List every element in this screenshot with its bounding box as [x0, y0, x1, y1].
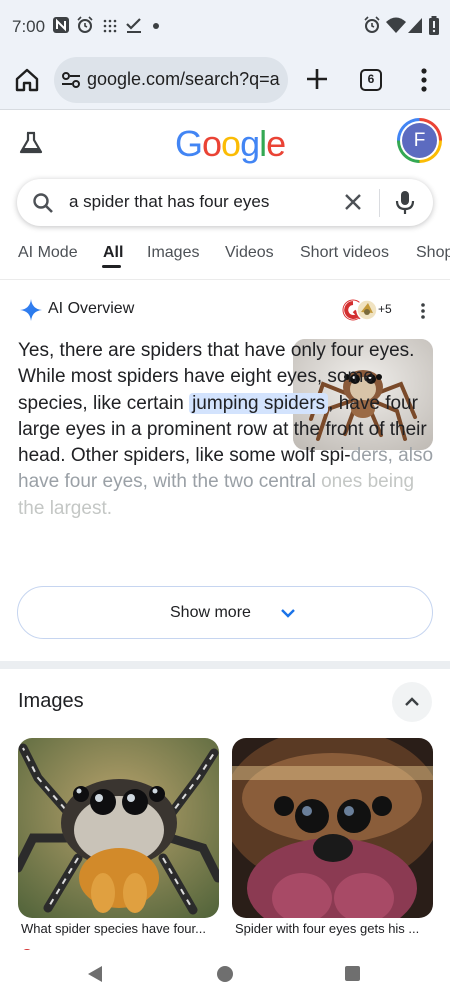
- show-more-label: Show more: [170, 604, 251, 621]
- home-nav-icon[interactable]: [217, 966, 233, 982]
- chevron-down-icon: [281, 609, 295, 618]
- status-time: 7:00: [12, 17, 46, 36]
- show-more-button[interactable]: Show more: [17, 586, 433, 639]
- avatar-frame: F: [400, 121, 439, 160]
- url-bar[interactable]: google.com/search?q=a: [54, 57, 288, 103]
- back-icon[interactable]: [87, 965, 103, 983]
- search-divider: [379, 189, 380, 217]
- wifi-icon: [386, 17, 406, 33]
- ai-overview-title: AI Overview: [48, 300, 135, 317]
- system-nav-bar: [0, 950, 450, 1000]
- collapse-images-button[interactable]: [392, 682, 432, 722]
- tab-switcher-button[interactable]: 6: [360, 69, 382, 91]
- logo-letter: o: [221, 123, 241, 164]
- image-source-favicon: [21, 942, 43, 950]
- avatar-initial: F: [402, 123, 437, 158]
- signal-icon: [408, 18, 422, 33]
- battery-icon: [429, 16, 439, 35]
- tab-images[interactable]: Images: [147, 244, 199, 262]
- microphone-icon[interactable]: [394, 189, 416, 217]
- recents-icon[interactable]: [345, 966, 360, 981]
- checkmark-icon: [126, 18, 141, 33]
- url-text[interactable]: google.com/search?q=a: [87, 69, 283, 90]
- google-logo[interactable]: Google: [175, 123, 286, 165]
- source-favicons-icon[interactable]: [342, 297, 378, 323]
- spider-photo-2: [232, 738, 433, 918]
- tab-short-videos[interactable]: Short videos: [300, 244, 389, 262]
- status-bar: 7:00: [0, 0, 450, 52]
- more-sources-count[interactable]: +5: [378, 302, 392, 316]
- grid-dots-icon: [103, 19, 117, 33]
- image-result-2[interactable]: [232, 738, 433, 918]
- images-section-title: Images: [18, 690, 84, 712]
- ai-sparkle-icon: [20, 299, 42, 321]
- spider-photo-1: [18, 738, 219, 918]
- text-fade-overlay: [0, 520, 450, 570]
- logo-letter: e: [266, 123, 286, 164]
- alarm-icon: [77, 16, 93, 33]
- logo-letter: G: [175, 123, 203, 164]
- search-tabs: AI Mode All Images Videos Short videos S…: [0, 244, 450, 280]
- new-tab-icon[interactable]: [303, 65, 331, 93]
- logo-letter: g: [240, 123, 260, 164]
- image-caption-2[interactable]: Spider with four eyes gets his ...: [235, 921, 419, 936]
- active-tab-indicator: [102, 265, 121, 268]
- n-app-icon: [53, 17, 69, 33]
- labs-flask-icon[interactable]: [18, 131, 44, 155]
- dot-icon: [153, 23, 159, 29]
- home-icon[interactable]: [13, 66, 41, 94]
- site-settings-icon[interactable]: [61, 71, 81, 89]
- image-caption-1[interactable]: What spider species have four...: [21, 921, 206, 936]
- chevron-up-icon: [405, 697, 419, 706]
- more-vert-icon[interactable]: [419, 302, 427, 320]
- browser-toolbar: google.com/search?q=a 6: [0, 52, 450, 110]
- jumping-spiders-link[interactable]: jumping spiders: [189, 392, 329, 414]
- image-result-1[interactable]: [18, 738, 219, 918]
- logo-letter: o: [202, 123, 222, 164]
- ai-overview-text: Yes, there are spiders that have only fo…: [18, 338, 433, 522]
- search-input[interactable]: a spider that has four eyes: [69, 192, 269, 212]
- account-avatar[interactable]: F: [397, 118, 442, 163]
- alarm-icon: [364, 16, 380, 33]
- tab-ai-mode[interactable]: AI Mode: [18, 244, 78, 262]
- tab-videos[interactable]: Videos: [225, 244, 274, 262]
- section-separator: [0, 661, 450, 669]
- close-icon[interactable]: [342, 191, 364, 213]
- tab-shop[interactable]: Shop: [416, 244, 450, 262]
- tab-all[interactable]: All: [103, 244, 123, 262]
- more-vert-icon[interactable]: [414, 66, 434, 94]
- search-icon: [33, 193, 53, 213]
- search-box[interactable]: a spider that has four eyes: [17, 179, 433, 226]
